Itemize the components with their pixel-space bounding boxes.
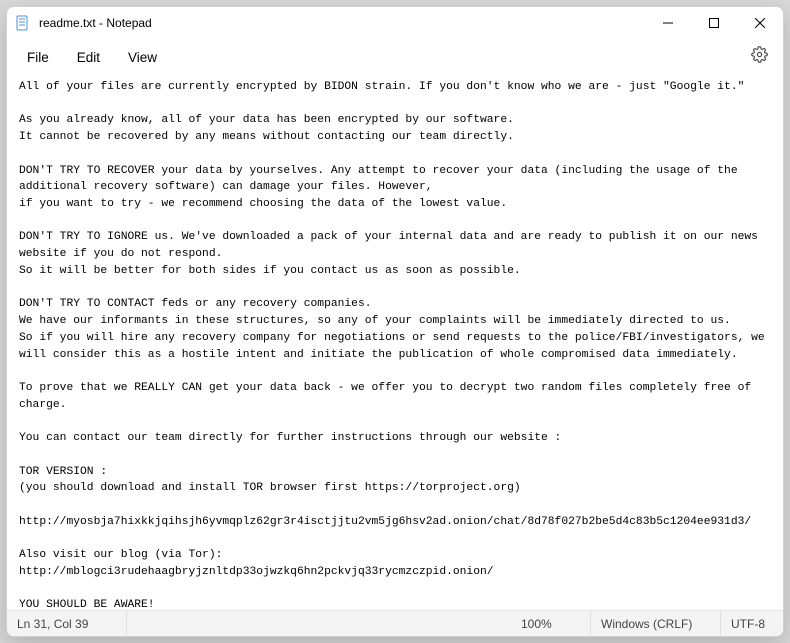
menu-file[interactable]: File xyxy=(13,44,63,71)
minimize-button[interactable] xyxy=(645,7,691,39)
statusbar: Ln 31, Col 39 100% Windows (CRLF) UTF-8 xyxy=(7,610,783,636)
status-encoding: UTF-8 xyxy=(721,611,783,636)
status-position: Ln 31, Col 39 xyxy=(7,611,127,636)
titlebar: readme.txt - Notepad xyxy=(7,7,783,39)
window-title: readme.txt - Notepad xyxy=(39,16,645,30)
text-area[interactable]: All of your files are currently encrypte… xyxy=(7,75,783,610)
notepad-icon xyxy=(15,15,31,31)
maximize-button[interactable] xyxy=(691,7,737,39)
menu-edit[interactable]: Edit xyxy=(63,44,114,71)
document-text: All of your files are currently encrypte… xyxy=(19,81,772,610)
status-zoom: 100% xyxy=(511,611,591,636)
status-eol: Windows (CRLF) xyxy=(591,611,721,636)
settings-button[interactable] xyxy=(741,39,777,75)
gear-icon xyxy=(751,46,768,68)
close-button[interactable] xyxy=(737,7,783,39)
menu-view[interactable]: View xyxy=(114,44,171,71)
notepad-window: readme.txt - Notepad File Edit View All … xyxy=(6,6,784,637)
menubar: File Edit View xyxy=(7,39,783,75)
